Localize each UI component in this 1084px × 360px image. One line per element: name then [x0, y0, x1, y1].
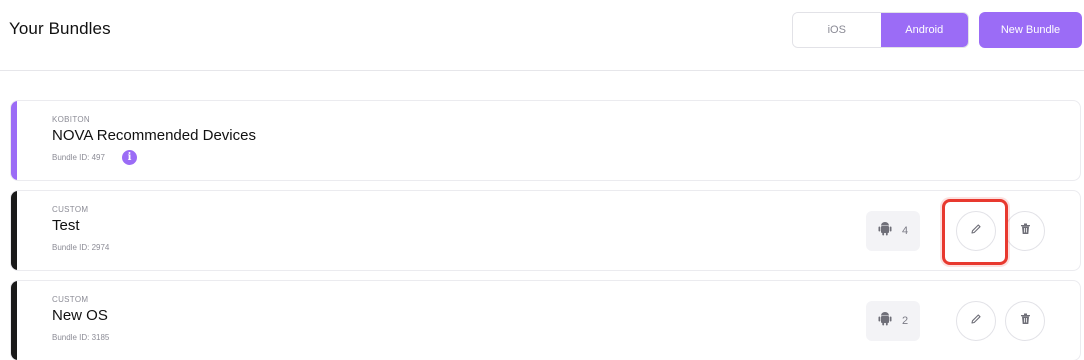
bundle-name: New OS — [52, 307, 108, 324]
android-icon — [878, 221, 892, 241]
card-accent-bar — [11, 101, 17, 180]
edit-button[interactable] — [956, 211, 996, 251]
edit-button[interactable] — [956, 301, 996, 341]
new-bundle-button[interactable]: New Bundle — [979, 12, 1082, 48]
trash-icon — [1020, 222, 1031, 240]
card-accent-bar — [11, 191, 17, 270]
bundle-card-kobiton[interactable]: KOBITON NOVA Recommended Devices Bundle … — [10, 100, 1081, 181]
bundle-card-test[interactable]: CUSTOM Test Bundle ID: 2974 4 — [10, 190, 1081, 271]
delete-button[interactable] — [1005, 211, 1045, 251]
ios-tab[interactable]: iOS — [793, 13, 881, 47]
android-tab[interactable]: Android — [880, 13, 968, 47]
device-count-badge: 4 — [866, 211, 920, 251]
device-count: 4 — [901, 225, 909, 237]
device-count-badge: 2 — [866, 301, 920, 341]
bundle-id: Bundle ID: 2974 — [52, 243, 110, 252]
page-title: Your Bundles — [9, 19, 111, 38]
delete-button[interactable] — [1005, 301, 1045, 341]
pencil-icon — [970, 222, 982, 240]
bundle-name: Test — [52, 217, 80, 234]
bundle-card-new-os[interactable]: CUSTOM New OS Bundle ID: 3185 2 — [10, 280, 1081, 360]
header-bar: Your Bundles iOS Android New Bundle — [0, 0, 1084, 71]
bundle-id: Bundle ID: 497 — [52, 153, 105, 162]
info-icon[interactable]: i — [122, 150, 137, 165]
os-toggle: iOS Android — [792, 12, 969, 48]
card-accent-bar — [11, 281, 17, 360]
pencil-icon — [970, 312, 982, 330]
bundle-type: KOBITON — [52, 115, 90, 124]
device-count: 2 — [901, 315, 909, 327]
android-icon — [878, 311, 892, 331]
bundle-type: CUSTOM — [52, 205, 89, 214]
bundle-name: NOVA Recommended Devices — [52, 127, 256, 144]
bundle-type: CUSTOM — [52, 295, 89, 304]
trash-icon — [1020, 312, 1031, 330]
bundle-id: Bundle ID: 3185 — [52, 333, 110, 342]
